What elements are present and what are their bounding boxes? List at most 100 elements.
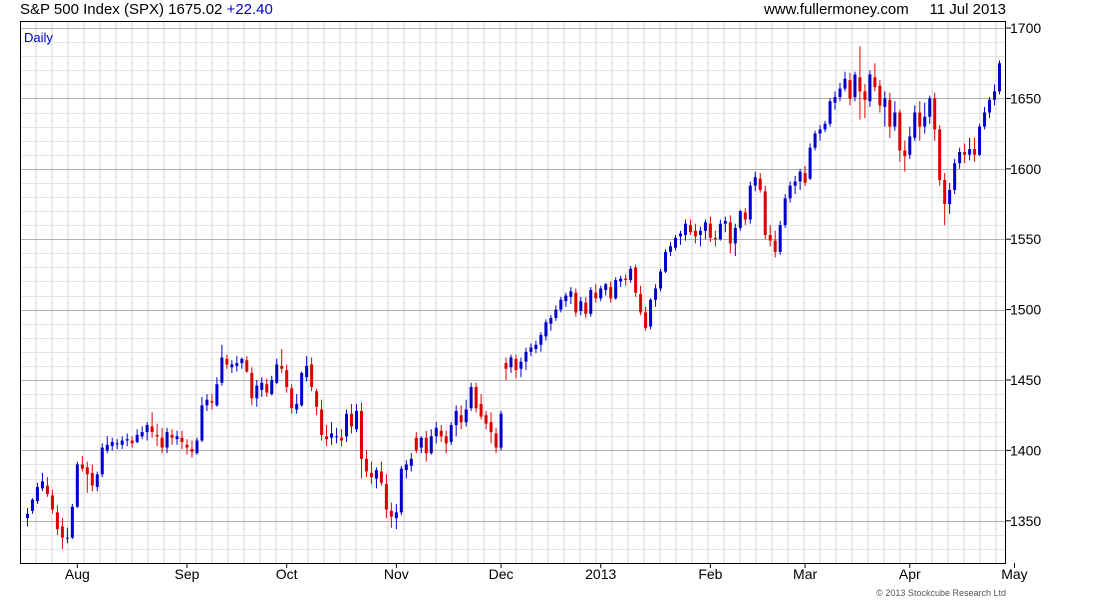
candle-body (614, 280, 618, 299)
candle-body (300, 372, 304, 406)
price-candle (364, 450, 368, 478)
price-candle (674, 234, 678, 251)
candle-body (838, 88, 842, 98)
candle-body (429, 436, 433, 454)
candle-body (374, 470, 378, 479)
candle-body (190, 448, 194, 452)
price-candle (330, 422, 334, 445)
price-candle (315, 388, 319, 416)
price-candle (908, 126, 912, 159)
candle-body (320, 409, 324, 435)
price-candle (509, 354, 513, 373)
price-candle (230, 360, 234, 373)
candle-body (200, 405, 204, 441)
candle-body (973, 149, 977, 155)
price-candle (624, 274, 628, 286)
candle-body (155, 434, 159, 437)
price-candle (25, 508, 29, 527)
candle-body (783, 198, 787, 226)
copyright-notice: © 2013 Stockcube Research Ltd (876, 588, 1006, 598)
price-candle (768, 225, 772, 247)
candle-body (674, 237, 678, 248)
candle-body (738, 211, 742, 228)
price-candle (335, 427, 339, 444)
candle-body (748, 185, 752, 220)
price-candle (938, 125, 942, 186)
x-tick-label: Oct (276, 566, 298, 582)
candle-body (170, 434, 174, 438)
candle-body (943, 180, 947, 205)
price-candle (728, 215, 732, 254)
price-candle (439, 425, 443, 442)
candle-body (135, 434, 139, 442)
candle-body (768, 234, 772, 241)
price-candle (384, 474, 388, 518)
price-candle (399, 465, 403, 516)
candle-body (315, 391, 319, 407)
candle-body (50, 495, 54, 510)
candle-body (354, 410, 358, 430)
price-candle (474, 382, 478, 413)
candle-body (85, 467, 89, 475)
price-candle (943, 173, 947, 226)
price-candle (574, 288, 578, 317)
candle-body (494, 433, 498, 448)
price-candle (235, 356, 239, 372)
price-candle (220, 344, 224, 386)
candle-body (893, 112, 897, 127)
candle-body (250, 372, 254, 399)
candle-body (419, 437, 423, 448)
price-candle (320, 399, 324, 441)
candle-body (409, 458, 413, 466)
candle-body (275, 364, 279, 383)
price-candle (389, 502, 393, 528)
candle-body (813, 133, 817, 148)
price-candle (429, 429, 433, 455)
candle-body (464, 409, 468, 423)
price-candle (958, 147, 962, 169)
price-candle (868, 70, 872, 107)
candle-body (305, 365, 309, 378)
price-candle (95, 471, 99, 492)
candle-body (75, 464, 79, 507)
candle-body (918, 112, 922, 127)
price-candle (678, 230, 682, 245)
candle-body (220, 357, 224, 383)
candle-body (818, 129, 822, 134)
candle-body (549, 318, 553, 324)
candle-body (449, 425, 453, 442)
price-candle (763, 185, 767, 240)
price-candle (374, 467, 378, 489)
price-candle (848, 73, 852, 106)
price-candle (140, 426, 144, 440)
candle-body (335, 436, 339, 438)
price-candle (933, 92, 937, 141)
price-candle (45, 477, 49, 497)
price-candle (295, 394, 299, 414)
candle-body (394, 512, 398, 518)
price-candle (345, 409, 349, 442)
candle-body (703, 222, 707, 231)
candle-body (868, 74, 872, 102)
price-candle (170, 429, 174, 445)
candle-body (649, 299, 653, 327)
price-candle (594, 284, 598, 303)
candle-body (399, 468, 403, 513)
candle-body (195, 440, 199, 454)
price-candle (310, 357, 314, 392)
candle-body (988, 99, 992, 113)
price-candle (404, 460, 408, 479)
price-candle (424, 430, 428, 462)
candle-body (369, 472, 373, 478)
candle-body (444, 436, 448, 444)
candle-body (80, 464, 84, 469)
candle-body (698, 230, 702, 235)
candle-body (384, 484, 388, 510)
candle-body (55, 512, 59, 530)
price-candle (549, 315, 553, 331)
candle-body (325, 436, 329, 440)
price-candle (693, 223, 697, 244)
candle-body (145, 425, 149, 433)
price-candle (534, 340, 538, 354)
x-tick-label: Dec (489, 566, 514, 582)
